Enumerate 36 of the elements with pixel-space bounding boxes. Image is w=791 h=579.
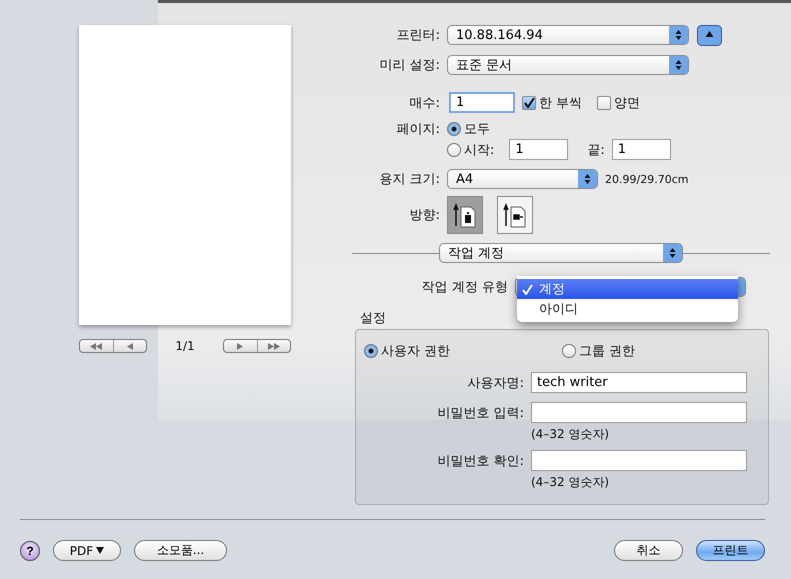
- paper-dimensions: 20.99/29.70cm: [605, 172, 688, 186]
- panel-select[interactable]: 작업 계정: [439, 243, 683, 263]
- paper-size-select[interactable]: A4: [447, 169, 598, 189]
- supplies-button[interactable]: 소모품...: [134, 540, 227, 561]
- print-button[interactable]: 프린트: [696, 540, 765, 561]
- orientation-label: 방향:: [408, 207, 440, 224]
- to-page-field[interactable]: 1: [612, 139, 671, 160]
- field-label: 사용자명:: [466, 374, 524, 392]
- field-hint: (4–32 영숫자): [531, 474, 610, 491]
- radio-option[interactable]: 모두: [447, 120, 490, 138]
- printer-label: 프린터:: [396, 27, 440, 44]
- radio-option[interactable]: 시작:: [447, 140, 494, 158]
- help-button[interactable]: ?: [20, 540, 40, 560]
- field-label: 비밀번호 입력:: [436, 404, 524, 422]
- checkbox-option[interactable]: 양면: [597, 94, 640, 112]
- field-hint: (4–32 영숫자): [531, 426, 610, 443]
- job-type-label: 작업 계정 유형: [420, 279, 508, 296]
- presets-select[interactable]: 표준 문서: [447, 55, 689, 75]
- page-indicator: 1/1: [175, 339, 195, 353]
- from-page-field[interactable]: 1: [509, 139, 568, 160]
- printer-select[interactable]: 10.88.164.94: [447, 25, 689, 45]
- input-field[interactable]: tech writer: [531, 372, 747, 393]
- cancel-button[interactable]: 취소: [614, 540, 683, 561]
- presets-label: 미리 설정:: [378, 57, 440, 74]
- to-page-label: 끝:: [587, 142, 605, 158]
- menu-item[interactable]: 아이디: [517, 299, 738, 319]
- radio-option[interactable]: 그룹 권한: [562, 342, 760, 360]
- pdf-button[interactable]: PDF: [53, 540, 121, 561]
- paper-size-label: 용지 크기:: [378, 171, 440, 188]
- copies-label: 매수:: [408, 94, 440, 112]
- field-label: 비밀번호 확인:: [436, 452, 524, 470]
- copies-field[interactable]: 1: [449, 92, 515, 113]
- menu-item[interactable]: 계정: [517, 279, 738, 299]
- checkbox-option[interactable]: 한 부씩: [522, 94, 582, 112]
- radio-option[interactable]: 사용자 권한: [364, 342, 562, 360]
- pages-label: 페이지:: [396, 121, 440, 138]
